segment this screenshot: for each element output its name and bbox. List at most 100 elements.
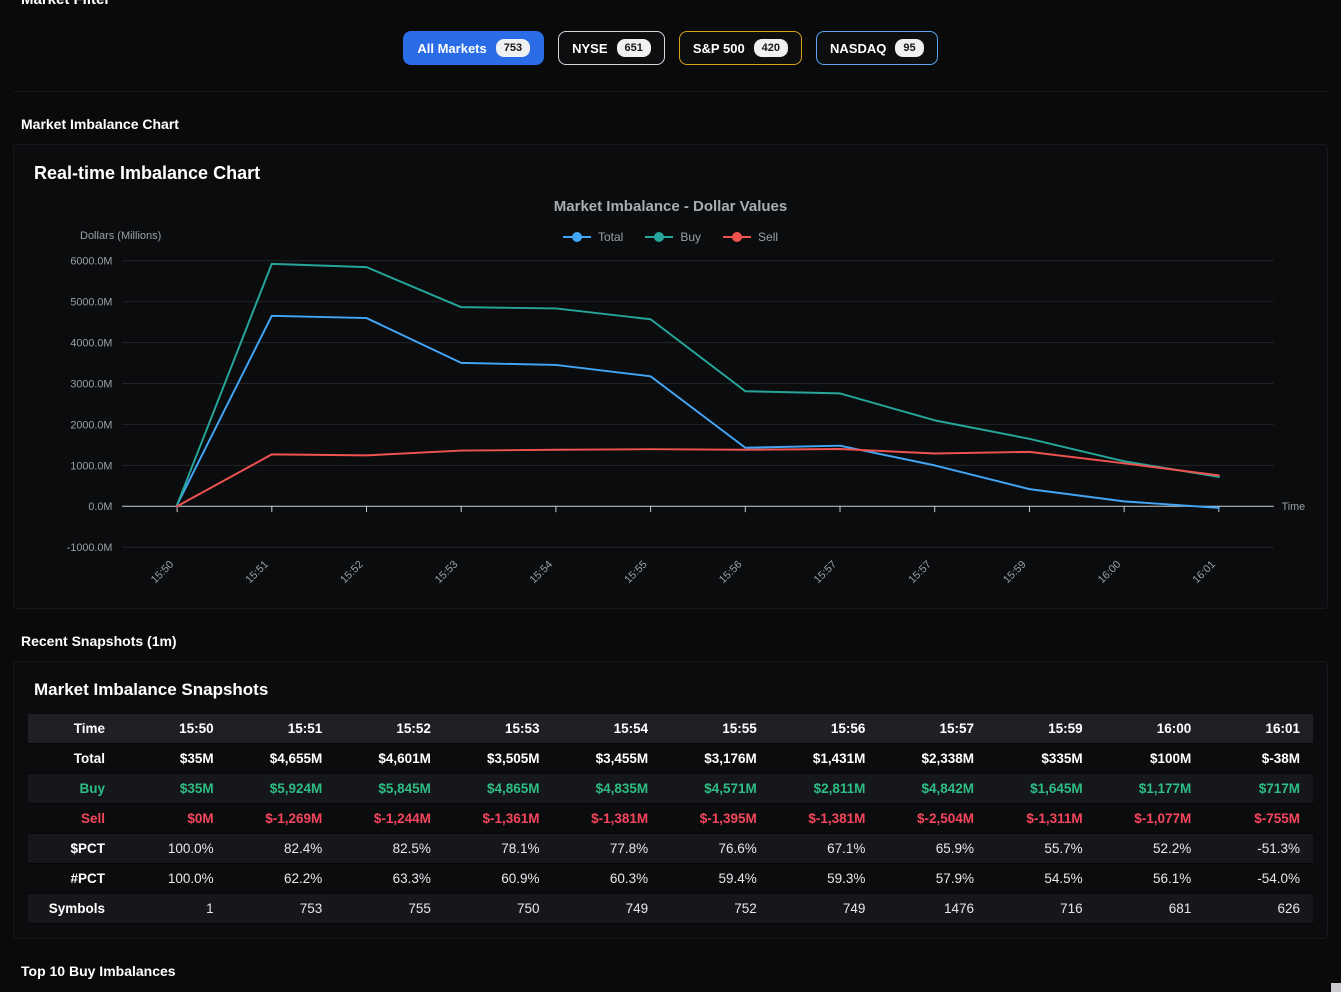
snapshot-cell: 749 bbox=[553, 894, 662, 924]
chart-legend: Total Buy Sell bbox=[28, 227, 1313, 247]
filter-s-p-500[interactable]: S&P 500420 bbox=[679, 31, 802, 65]
legend-item-buy[interactable]: Buy bbox=[645, 230, 701, 244]
snapshot-header-row: Time15:5015:5115:5215:5315:5415:5515:561… bbox=[28, 714, 1313, 744]
legend-label: Total bbox=[598, 230, 623, 244]
imbalance-chart-svg: 6000.0M 5000.0M 4000.0M 3000.0M 2000.0M 1000.… bbox=[28, 249, 1313, 594]
snapshot-cell: 54.5% bbox=[987, 864, 1096, 894]
header-time-1556: 15:56 bbox=[770, 714, 879, 744]
legend-line-marker bbox=[563, 236, 591, 238]
header-time-label: Time bbox=[28, 714, 118, 744]
x-tick-label: 15:52 bbox=[338, 558, 366, 586]
snapshot-cell: 752 bbox=[661, 894, 770, 924]
snapshot-cell: 82.5% bbox=[335, 834, 444, 864]
filter-count-badge: 420 bbox=[754, 39, 788, 57]
y-tick-label: 0.0M bbox=[88, 501, 112, 513]
header-time-1601: 16:01 bbox=[1204, 714, 1313, 744]
filter-label: All Markets bbox=[417, 41, 486, 56]
snapshot-cell: $4,842M bbox=[878, 774, 987, 804]
snapshot-row-buy: Buy$35M$5,924M$5,845M$4,865M$4,835M$4,57… bbox=[28, 774, 1313, 804]
x-tick-label: 15:59 bbox=[1001, 558, 1029, 586]
snapshot-cell: $1,431M bbox=[770, 744, 879, 774]
market-filter-buttons: All Markets753 NYSE651 S&P 500420 NASDAQ95 bbox=[13, 31, 1328, 65]
y-tick-label: 4000.0M bbox=[70, 338, 112, 350]
snapshot-cell: 626 bbox=[1204, 894, 1313, 924]
legend-line-marker bbox=[723, 236, 751, 238]
chart-section-label: Market Imbalance Chart bbox=[21, 116, 1320, 132]
imbalance-chart-panel: Real-time Imbalance Chart Market Imbalan… bbox=[13, 144, 1328, 609]
header-time-1552: 15:52 bbox=[335, 714, 444, 744]
snapshot-cell: $-1,381M bbox=[553, 804, 662, 834]
y-axis-title: Dollars (Millions) bbox=[80, 230, 161, 242]
legend-dot-icon bbox=[654, 232, 664, 242]
snapshot-cell: $-1,311M bbox=[987, 804, 1096, 834]
snapshot-cell: 755 bbox=[335, 894, 444, 924]
filter-nasdaq[interactable]: NASDAQ95 bbox=[816, 31, 938, 65]
snapshot-cell: $-38M bbox=[1204, 744, 1313, 774]
x-tick-label: 16:01 bbox=[1190, 558, 1218, 586]
snapshot-cell: $3,455M bbox=[553, 744, 662, 774]
header-time-1559: 15:59 bbox=[987, 714, 1096, 744]
snapshot-cell: 76.6% bbox=[661, 834, 770, 864]
snapshot-cell: $4,835M bbox=[553, 774, 662, 804]
header-time-1553: 15:53 bbox=[444, 714, 553, 744]
snapshot-row-pct: #PCT100.0%62.2%63.3%60.9%60.3%59.4%59.3%… bbox=[28, 864, 1313, 894]
snapshot-cell: $717M bbox=[1204, 774, 1313, 804]
x-axis-title: Time bbox=[1282, 501, 1306, 513]
snapshot-cell: $-1,077M bbox=[1096, 804, 1205, 834]
snapshot-cell: $0M bbox=[118, 804, 227, 834]
header-time-1600: 16:00 bbox=[1096, 714, 1205, 744]
row-label: Total bbox=[28, 744, 118, 774]
x-tick-label: 16:00 bbox=[1096, 558, 1124, 586]
snapshot-row-sell: Sell$0M$-1,269M$-1,244M$-1,361M$-1,381M$… bbox=[28, 804, 1313, 834]
snapshot-cell: 57.9% bbox=[878, 864, 987, 894]
snapshot-cell: -54.0% bbox=[1204, 864, 1313, 894]
dashboard-page: Market Filter All Markets753NYSE651S&P 5… bbox=[0, 0, 1341, 979]
legend-item-total[interactable]: Total bbox=[563, 230, 623, 244]
snapshot-cell: $-1,395M bbox=[661, 804, 770, 834]
legend-label: Sell bbox=[758, 230, 778, 244]
snapshots-panel-title: Market Imbalance Snapshots bbox=[34, 680, 1313, 700]
chart-title: Market Imbalance - Dollar Values bbox=[28, 198, 1313, 215]
x-tick-label: 15:51 bbox=[243, 558, 271, 586]
snapshot-cell: 67.1% bbox=[770, 834, 879, 864]
snapshot-cell: 749 bbox=[770, 894, 879, 924]
snapshot-cell: 100.0% bbox=[118, 834, 227, 864]
x-tick-label: 15:53 bbox=[433, 558, 461, 586]
legend-item-sell[interactable]: Sell bbox=[723, 230, 778, 244]
y-tick-label: 2000.0M bbox=[70, 419, 112, 431]
snapshot-cell: $4,601M bbox=[335, 744, 444, 774]
snapshot-cell: 60.9% bbox=[444, 864, 553, 894]
series-line-total bbox=[177, 316, 1219, 508]
snapshot-cell: $-1,361M bbox=[444, 804, 553, 834]
row-label: Symbols bbox=[28, 894, 118, 924]
filter-label: NYSE bbox=[572, 41, 607, 56]
filter-all-markets[interactable]: All Markets753 bbox=[403, 31, 544, 65]
snapshot-cell: $-1,244M bbox=[335, 804, 444, 834]
legend-line-marker bbox=[645, 236, 673, 238]
snapshot-cell: 1 bbox=[118, 894, 227, 924]
series-line-sell bbox=[177, 449, 1219, 506]
chart-panel-title: Real-time Imbalance Chart bbox=[34, 163, 1313, 184]
snapshot-cell: $-1,381M bbox=[770, 804, 879, 834]
snapshot-cell: 750 bbox=[444, 894, 553, 924]
filter-nyse[interactable]: NYSE651 bbox=[558, 31, 665, 65]
snapshot-cell: 65.9% bbox=[878, 834, 987, 864]
x-tick-label: 15:57 bbox=[906, 558, 934, 586]
y-tick-label: 6000.0M bbox=[70, 256, 112, 268]
snapshot-cell: 78.1% bbox=[444, 834, 553, 864]
snapshot-cell: $1,645M bbox=[987, 774, 1096, 804]
y-tick-label: 5000.0M bbox=[70, 297, 112, 309]
row-label: $PCT bbox=[28, 834, 118, 864]
snapshot-cell: 55.7% bbox=[987, 834, 1096, 864]
x-tick-label: 15:50 bbox=[149, 558, 177, 586]
top10-section-label: Top 10 Buy Imbalances bbox=[21, 963, 1320, 979]
y-tick-label: 1000.0M bbox=[70, 460, 112, 472]
y-tick-label: 3000.0M bbox=[70, 378, 112, 390]
row-label: Sell bbox=[28, 804, 118, 834]
row-label: #PCT bbox=[28, 864, 118, 894]
snapshot-cell: 56.1% bbox=[1096, 864, 1205, 894]
snapshot-cell: $3,176M bbox=[661, 744, 770, 774]
snapshot-cell: $35M bbox=[118, 744, 227, 774]
snapshot-cell: 1476 bbox=[878, 894, 987, 924]
snapshot-cell: 52.2% bbox=[1096, 834, 1205, 864]
